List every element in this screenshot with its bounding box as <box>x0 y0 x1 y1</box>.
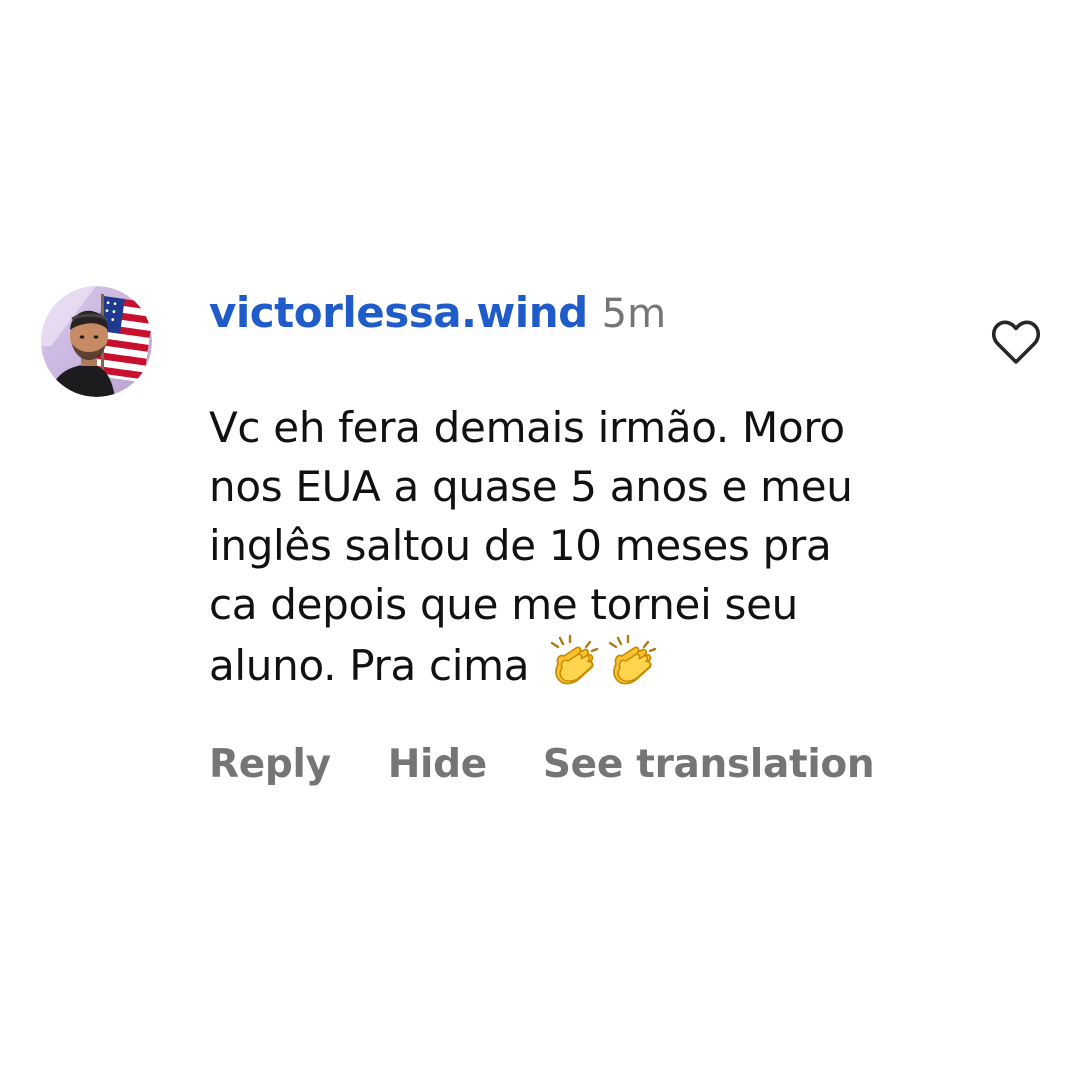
comment-timestamp: 5m <box>601 291 667 337</box>
hide-button[interactable]: Hide <box>388 742 487 787</box>
comment-text-line: ca depois que me tornei seu <box>209 580 798 629</box>
clapping-hands-icon <box>609 634 657 685</box>
see-translation-button[interactable]: See translation <box>543 742 875 787</box>
comment-item: victorlessa.wind 5m Vc eh fera demais ir… <box>0 0 1080 1080</box>
comment-text-line: aluno. Pra cima <box>209 641 543 690</box>
comment-header: victorlessa.wind 5m <box>209 288 666 348</box>
reply-button[interactable]: Reply <box>209 742 331 787</box>
avatar[interactable] <box>41 286 152 397</box>
heart-outline-icon <box>991 320 1041 364</box>
comment-text-line: inglês saltou de 10 meses pra <box>209 521 832 570</box>
comment-actions: Reply Hide See translation <box>209 742 875 787</box>
avatar-photo <box>41 286 152 397</box>
like-button[interactable] <box>990 318 1042 366</box>
comment-text-line-last: aluno. Pra cima <box>209 634 949 695</box>
comment-text: Vc eh fera demais irmão. Moro nos EUA a … <box>209 398 949 695</box>
comment-text-line: Vc eh fera demais irmão. Moro <box>209 403 845 452</box>
username-link[interactable]: victorlessa.wind <box>209 288 588 337</box>
comment-text-line: nos EUA a quase 5 anos e meu <box>209 462 853 511</box>
clapping-hands-icon <box>551 634 599 685</box>
